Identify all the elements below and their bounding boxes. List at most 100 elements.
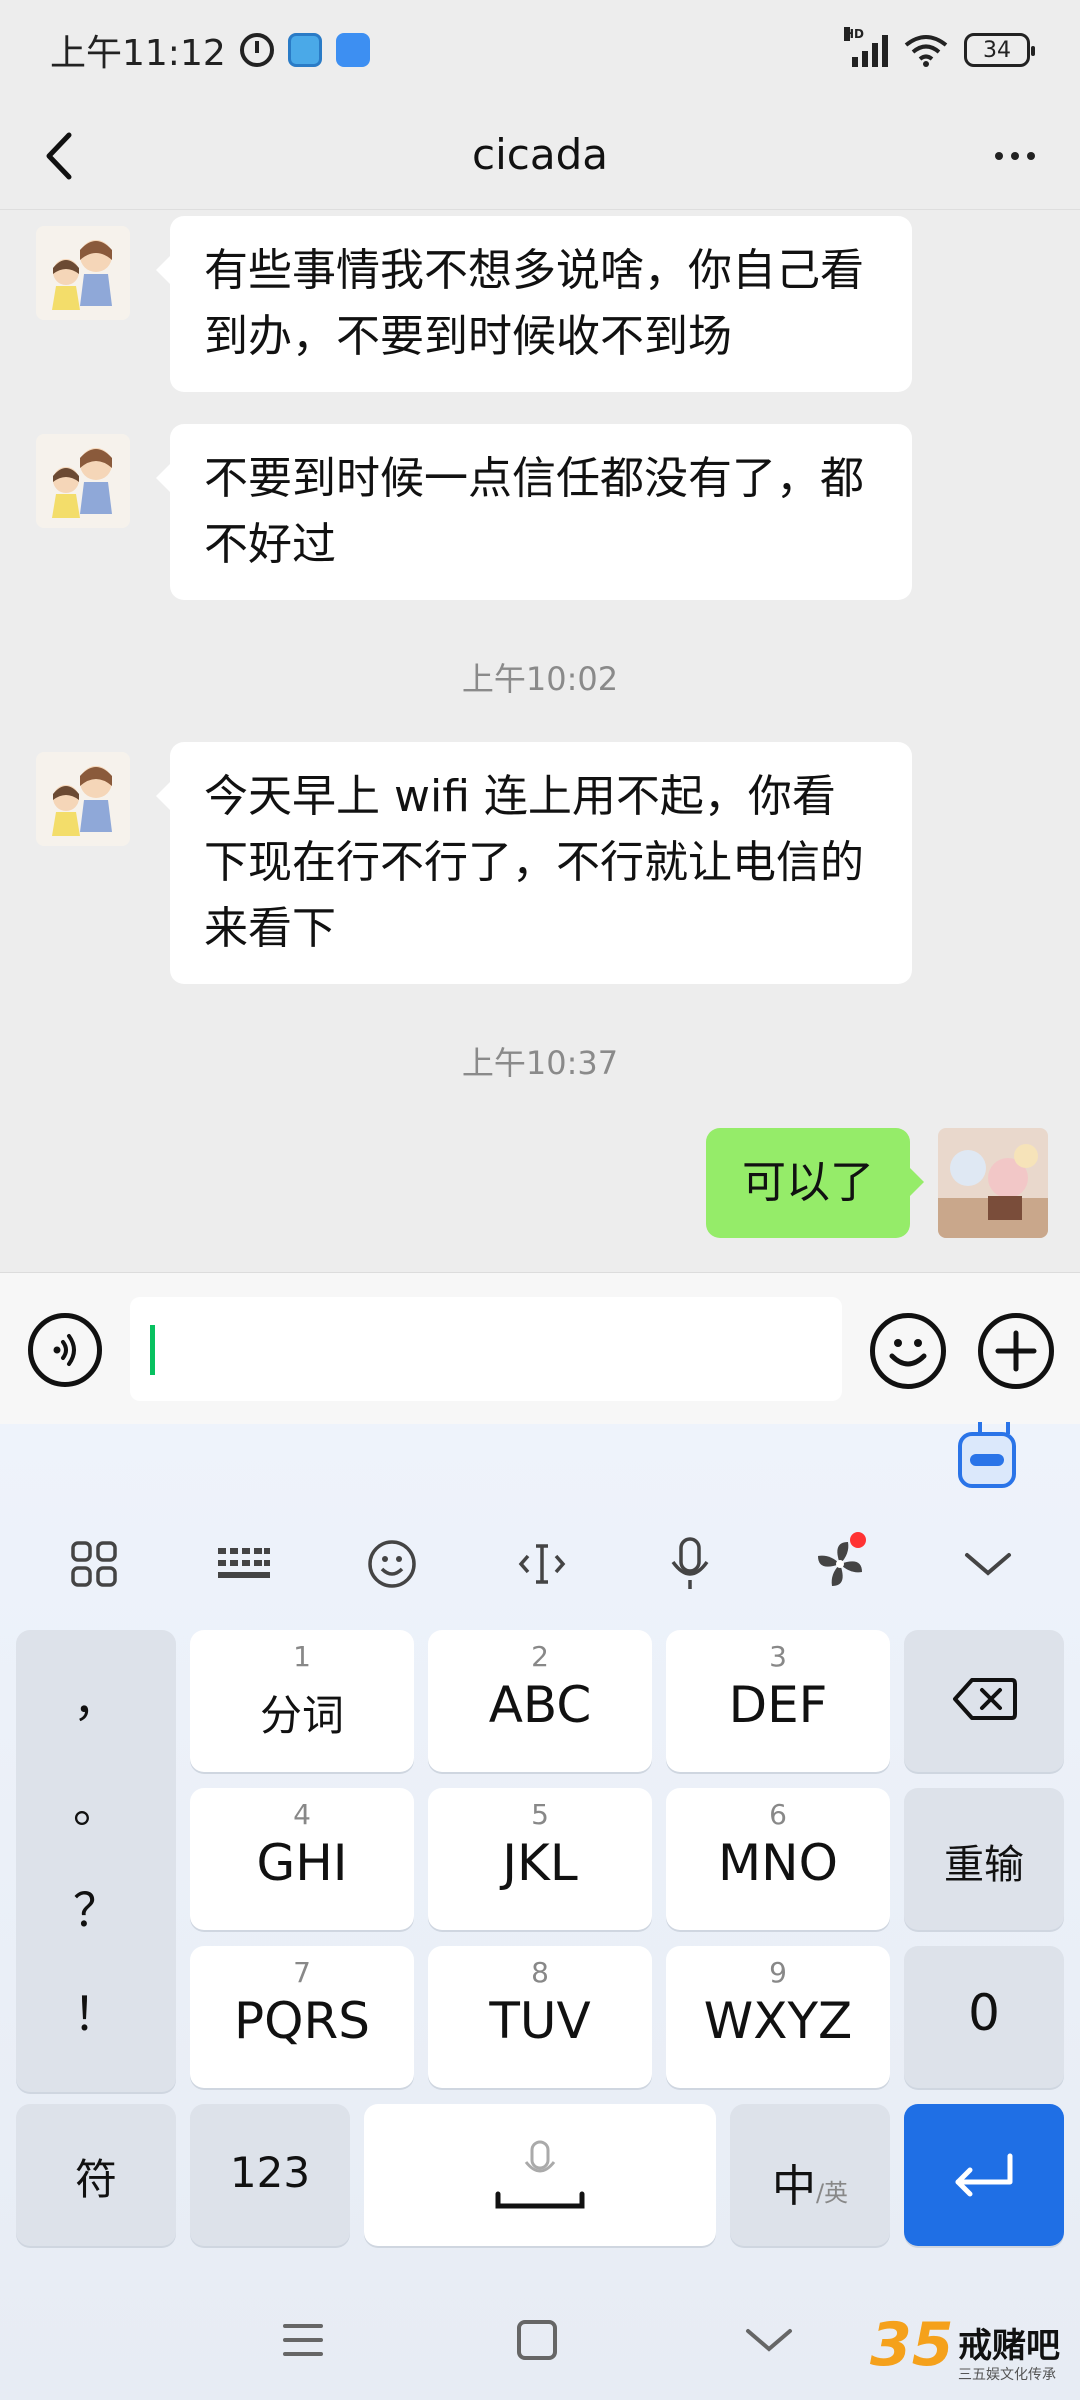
backspace-button[interactable] <box>904 1630 1064 1772</box>
key-label: DEF <box>728 1676 828 1734</box>
skin-theme-icon[interactable] <box>808 1532 872 1592</box>
home-nav-button[interactable] <box>502 2310 572 2370</box>
message-bubble[interactable]: 今天早上 wifi 连上用不起，你看 下现在行不行了，不行就让电信的 来看下 <box>156 742 912 984</box>
watermark-logo: 35 戒赌吧 三五娱文化传承 <box>870 2310 1070 2390</box>
watermark-name: 戒赌吧 <box>958 2326 1060 2366</box>
message-line: 来看下 <box>204 903 336 954</box>
language-toggle-button[interactable]: 中/英 <box>730 2104 890 2246</box>
chat-header: cicada <box>0 100 1080 210</box>
reinput-button[interactable]: 重输 <box>904 1788 1064 1930</box>
collapse-keyboard-icon[interactable] <box>956 1536 1020 1592</box>
key-1[interactable]: 1 分词 <box>190 1630 414 1772</box>
assistant-bot-icon[interactable] <box>958 1422 1016 1488</box>
chevron-down-icon <box>746 2329 792 2352</box>
key-4[interactable]: 4 GHI <box>190 1788 414 1930</box>
message-line: 有些事情我不想多说啥，你自己看 <box>204 245 864 296</box>
message-line: 不要到时候一点信任都没有了，都 <box>204 453 864 504</box>
message-line: 今天早上 wifi 连上用不起，你看 <box>204 771 836 822</box>
status-bar: 上午11:12 HD 34 <box>0 0 1080 100</box>
key-label: GHI <box>256 1834 348 1892</box>
more-options-button[interactable] <box>980 128 1050 184</box>
emoji-panel-icon[interactable] <box>360 1536 424 1592</box>
key-label: WXYZ <box>703 1992 853 2050</box>
back-nav-button[interactable] <box>734 2310 804 2370</box>
wifi-icon <box>904 35 948 67</box>
key-7[interactable]: 7 PQRS <box>190 1946 414 2088</box>
watermark-number: 35 <box>870 2310 954 2380</box>
key-label: 分词 <box>259 1691 344 1740</box>
alarm-icon <box>239 33 274 67</box>
voice-input-button[interactable] <box>28 1313 102 1387</box>
key-number: 8 <box>531 1956 549 1989</box>
status-time: 上午11:12 <box>50 33 226 74</box>
key-label: ABC <box>488 1676 592 1734</box>
punct-comma-key[interactable]: ， <box>16 1664 176 1730</box>
menu-icon <box>283 2324 323 2356</box>
key-label: JKL <box>502 1834 578 1892</box>
key-label: TUV <box>489 1992 591 2050</box>
my-avatar[interactable] <box>938 1128 1048 1238</box>
network-type: HD <box>844 27 865 41</box>
text-cursor-edit-icon[interactable] <box>510 1536 574 1592</box>
message-bubble[interactable]: 有些事情我不想多说啥，你自己看 到办，不要到时候收不到场 <box>156 216 912 392</box>
key-6[interactable]: 6 MNO <box>666 1788 890 1930</box>
message-text-input[interactable] <box>130 1297 842 1401</box>
lang-alt: /英 <box>815 2179 849 2207</box>
back-button[interactable] <box>30 128 86 184</box>
voice-icon <box>53 1334 76 1366</box>
numbers-button[interactable]: 123 <box>190 2104 350 2246</box>
menu-nav-button[interactable] <box>268 2310 338 2370</box>
text-cursor <box>150 1325 155 1375</box>
contact-avatar[interactable] <box>36 226 130 320</box>
key-3[interactable]: 3 DEF <box>666 1630 890 1772</box>
key-2[interactable]: 2 ABC <box>428 1630 652 1772</box>
contact-avatar[interactable] <box>36 752 130 846</box>
chevron-left-icon <box>46 132 72 180</box>
chat-area[interactable]: 有些事情我不想多说啥，你自己看 到办，不要到时候收不到场 不要到时候一点信任都没… <box>0 210 1080 1270</box>
message-bubble-outgoing[interactable]: 可以了 <box>706 1128 924 1238</box>
add-attachment-button[interactable] <box>978 1313 1054 1389</box>
key-5[interactable]: 5 JKL <box>428 1788 652 1930</box>
watermark-sub: 三五娱文化传承 <box>958 2367 1056 2383</box>
notification-keyboard-icon <box>335 33 370 67</box>
key-number: 7 <box>293 1956 311 1989</box>
keyboard-switch-icon[interactable] <box>212 1536 276 1592</box>
plus-icon <box>995 1330 1037 1372</box>
key-0[interactable]: 0 <box>904 1946 1064 2088</box>
contact-avatar[interactable] <box>36 434 130 528</box>
punct-exclaim-key[interactable]: ！ <box>16 1978 176 2044</box>
notification-dot <box>850 1532 866 1548</box>
punct-question-key[interactable]: ？ <box>16 1874 176 1940</box>
key-number: 1 <box>293 1640 311 1673</box>
message-line: 到办，不要到时候收不到场 <box>204 311 732 362</box>
battery-indicator: 34 <box>964 33 1035 67</box>
key-8[interactable]: 8 TUV <box>428 1946 652 2088</box>
key-number: 4 <box>293 1798 311 1831</box>
message-line: 不好过 <box>204 519 336 570</box>
key-number: 3 <box>769 1640 787 1673</box>
signal-icon: HD <box>844 27 888 67</box>
microphone-icon[interactable] <box>658 1536 722 1592</box>
notification-app-icon <box>287 33 322 67</box>
key-number: 9 <box>769 1956 787 1989</box>
symbols-button[interactable]: 符 <box>16 2104 176 2246</box>
key-number: 6 <box>769 1798 787 1831</box>
grid-menu-icon[interactable] <box>62 1536 126 1592</box>
enter-button[interactable] <box>904 2104 1064 2246</box>
ime-keyboard: ， 。 ？ ！ 1 分词 2 ABC 3 DEF 4 GHI 5 JKL 6 M… <box>0 1422 1080 2400</box>
punct-period-key[interactable]: 。 <box>16 1770 176 1836</box>
key-label: 123 <box>229 2148 311 2197</box>
space-button[interactable] <box>364 2104 716 2246</box>
battery-level: 34 <box>983 37 1011 63</box>
message-bubble[interactable]: 不要到时候一点信任都没有了，都 不好过 <box>156 424 912 600</box>
key-label: 符 <box>74 2155 117 2204</box>
key-9[interactable]: 9 WXYZ <box>666 1946 890 2088</box>
smiley-icon <box>889 1339 927 1367</box>
emoji-button[interactable] <box>870 1313 946 1389</box>
space-mic-icon <box>495 2140 585 2209</box>
lang-main: 中 <box>771 2161 816 2212</box>
chat-title: cicada <box>472 130 608 179</box>
punctuation-list[interactable]: ， 。 ？ ！ <box>16 1630 176 2092</box>
keyboard-toolbar <box>0 1524 1080 1604</box>
home-square-icon <box>517 2320 557 2360</box>
